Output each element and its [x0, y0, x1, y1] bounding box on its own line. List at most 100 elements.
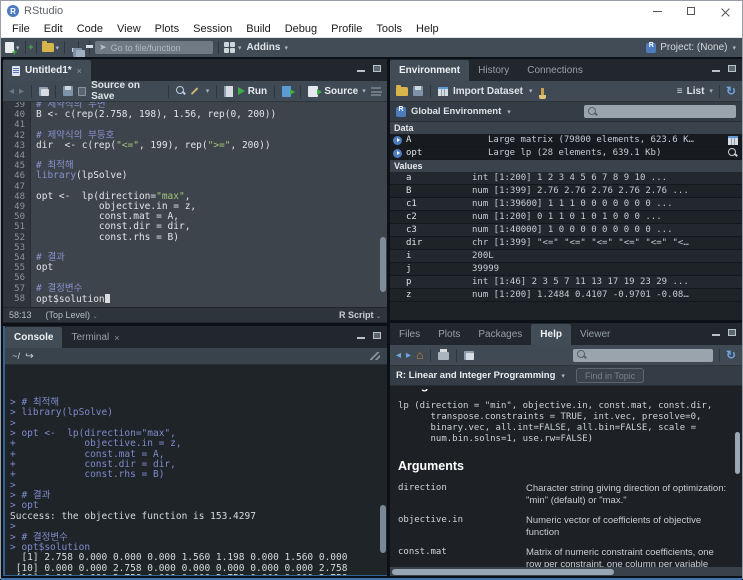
tab-viewer[interactable]: Viewer	[571, 324, 619, 345]
help-toolbar: ◂ ▸ ⌂ ↻	[390, 345, 742, 366]
env-object-row[interactable]: ALarge matrix (79800 elements, 623.6 K…	[390, 134, 742, 147]
inspect-icon[interactable]	[728, 148, 738, 158]
tab-environment[interactable]: Environment	[390, 60, 469, 81]
minimize-pane-icon[interactable]	[357, 70, 365, 72]
minimize-pane-icon[interactable]	[357, 337, 365, 339]
tab-console[interactable]: Console	[5, 327, 62, 348]
run-button[interactable]: Run	[238, 86, 267, 97]
tab-history[interactable]: History	[469, 60, 518, 81]
console-options-icon[interactable]	[370, 352, 380, 360]
menu-edit[interactable]: Edit	[37, 23, 70, 35]
menu-view[interactable]: View	[110, 23, 148, 35]
menu-tools[interactable]: Tools	[369, 23, 409, 35]
console-output[interactable]: > # 최적해> library(lpSolve)>> opt <- lp(di…	[5, 365, 387, 575]
tab-plots[interactable]: Plots	[429, 324, 469, 345]
menu-build[interactable]: Build	[239, 23, 277, 35]
maximize-button[interactable]	[674, 1, 708, 21]
help-search-icon	[577, 350, 587, 360]
text-cursor	[105, 294, 110, 303]
import-dataset-button[interactable]: Import Dataset	[453, 86, 523, 97]
maximize-pane-icon[interactable]	[728, 65, 736, 72]
menu-help[interactable]: Help	[409, 23, 446, 35]
menu-file[interactable]: File	[5, 23, 37, 35]
forward-icon[interactable]: ▸	[19, 86, 24, 97]
goto-directory-icon[interactable]: ↪	[25, 351, 33, 362]
env-object-row[interactable]: dirchr [1:399] "<=" "<=" "<=" "<=" "<=" …	[390, 237, 742, 250]
open-file-button[interactable]: ▾	[42, 43, 60, 52]
close-tab-icon[interactable]: ×	[77, 66, 82, 76]
minimize-button[interactable]	[640, 1, 674, 21]
new-file-button[interactable]: +▾	[5, 42, 20, 53]
expand-icon[interactable]	[393, 149, 402, 158]
clear-workspace-icon[interactable]	[541, 88, 544, 95]
help-forward-icon[interactable]: ▸	[406, 350, 411, 361]
view-table-icon[interactable]	[728, 136, 738, 145]
help-refresh-icon[interactable]: ↻	[726, 350, 736, 360]
close-tab-icon[interactable]: ×	[114, 333, 119, 343]
refresh-icon[interactable]: ↻	[726, 86, 736, 96]
minimize-pane-icon[interactable]	[712, 70, 720, 72]
env-object-row[interactable]: aint [1:200] 1 2 3 4 5 6 7 8 9 10 ...	[390, 172, 742, 185]
menu-debug[interactable]: Debug	[278, 23, 324, 35]
env-object-row[interactable]: c1num [1:39600] 1 1 1 0 0 0 0 0 0 0 ...	[390, 198, 742, 211]
code-line: # 결과	[36, 253, 387, 263]
find-in-topic-button[interactable]: Find in Topic	[576, 368, 644, 383]
env-object-row[interactable]: pint [1:46] 2 3 5 7 11 13 17 19 23 29 ..…	[390, 276, 742, 289]
rerun-icon[interactable]	[282, 86, 291, 97]
help-scrollbar-vertical[interactable]	[735, 432, 740, 474]
help-search-input[interactable]	[573, 349, 713, 362]
env-object-row[interactable]: optLarge lp (28 elements, 639.1 Kb)	[390, 147, 742, 160]
env-object-row[interactable]: c3num [1:40000] 1 0 0 0 0 0 0 0 0 0 ...	[390, 224, 742, 237]
env-object-row[interactable]: Bnum [1:399] 2.76 2.76 2.76 2.76 2.76 ..…	[390, 185, 742, 198]
menu-profile[interactable]: Profile	[324, 23, 369, 35]
menu-plots[interactable]: Plots	[148, 23, 186, 35]
environment-search-input[interactable]	[584, 105, 736, 118]
tab-help[interactable]: Help	[531, 324, 571, 345]
env-object-row[interactable]: i200L	[390, 250, 742, 263]
tab-terminal[interactable]: Terminal×	[62, 327, 128, 348]
tab-files[interactable]: Files	[390, 324, 429, 345]
minimize-pane-icon[interactable]	[712, 334, 720, 336]
save-source-icon[interactable]	[63, 86, 72, 96]
expand-icon[interactable]	[393, 136, 402, 145]
maximize-pane-icon[interactable]	[728, 329, 736, 336]
open-new-window-icon[interactable]	[39, 87, 48, 96]
goto-file-input[interactable]: ➤ Go to file/function	[95, 41, 213, 54]
addins-button[interactable]: Addins▾	[245, 42, 288, 53]
menu-session[interactable]: Session	[186, 23, 239, 35]
back-icon[interactable]: ◂	[9, 86, 14, 97]
console-scrollbar[interactable]	[380, 505, 386, 553]
compile-report-icon[interactable]	[224, 86, 233, 97]
maximize-pane-icon[interactable]	[373, 332, 381, 339]
source-on-save-checkbox[interactable]	[78, 87, 87, 96]
maximize-pane-icon[interactable]	[373, 65, 381, 72]
help-scrollbar-horizontal[interactable]	[390, 567, 742, 576]
env-object-row[interactable]: znum [1:200] 1.2484 0.4107 -0.9701 -0.08…	[390, 289, 742, 302]
file-type-selector[interactable]: R Script ⌄	[339, 310, 381, 320]
help-back-icon[interactable]: ◂	[396, 350, 401, 361]
env-object-row[interactable]: j39999	[390, 263, 742, 276]
help-new-window-icon[interactable]	[464, 351, 474, 360]
line-number: 58	[3, 294, 25, 304]
list-view-button[interactable]: List	[687, 86, 705, 97]
close-button[interactable]	[708, 1, 742, 21]
help-print-icon[interactable]	[438, 352, 449, 360]
save-workspace-icon[interactable]	[413, 86, 423, 96]
tab-connections[interactable]: Connections	[518, 60, 592, 81]
document-outline-icon[interactable]	[371, 87, 381, 96]
scope-selector[interactable]: (Top Level) ⌄	[46, 310, 98, 320]
home-icon[interactable]: ⌂	[416, 350, 423, 360]
project-selector[interactable]: Project: (None)	[660, 42, 727, 53]
global-environment-selector[interactable]: Global Environment	[411, 106, 501, 117]
menu-code[interactable]: Code	[70, 23, 110, 35]
tab-untitled1[interactable]: Untitled1* ×	[3, 60, 91, 81]
load-workspace-icon[interactable]	[396, 87, 408, 96]
pane-layout-button[interactable]: ▾	[224, 42, 242, 53]
editor-scrollbar[interactable]	[380, 237, 386, 292]
code-tools-icon[interactable]	[191, 87, 199, 95]
code-editor[interactable]: 3940414243444546474849505152535455565758…	[3, 102, 387, 307]
source-button[interactable]: Source ▾	[308, 86, 365, 97]
env-object-row[interactable]: c2num [1:200] 0 1 1 0 1 0 1 0 0 0 ...	[390, 211, 742, 224]
tab-packages[interactable]: Packages	[469, 324, 531, 345]
find-replace-icon[interactable]	[176, 86, 185, 96]
